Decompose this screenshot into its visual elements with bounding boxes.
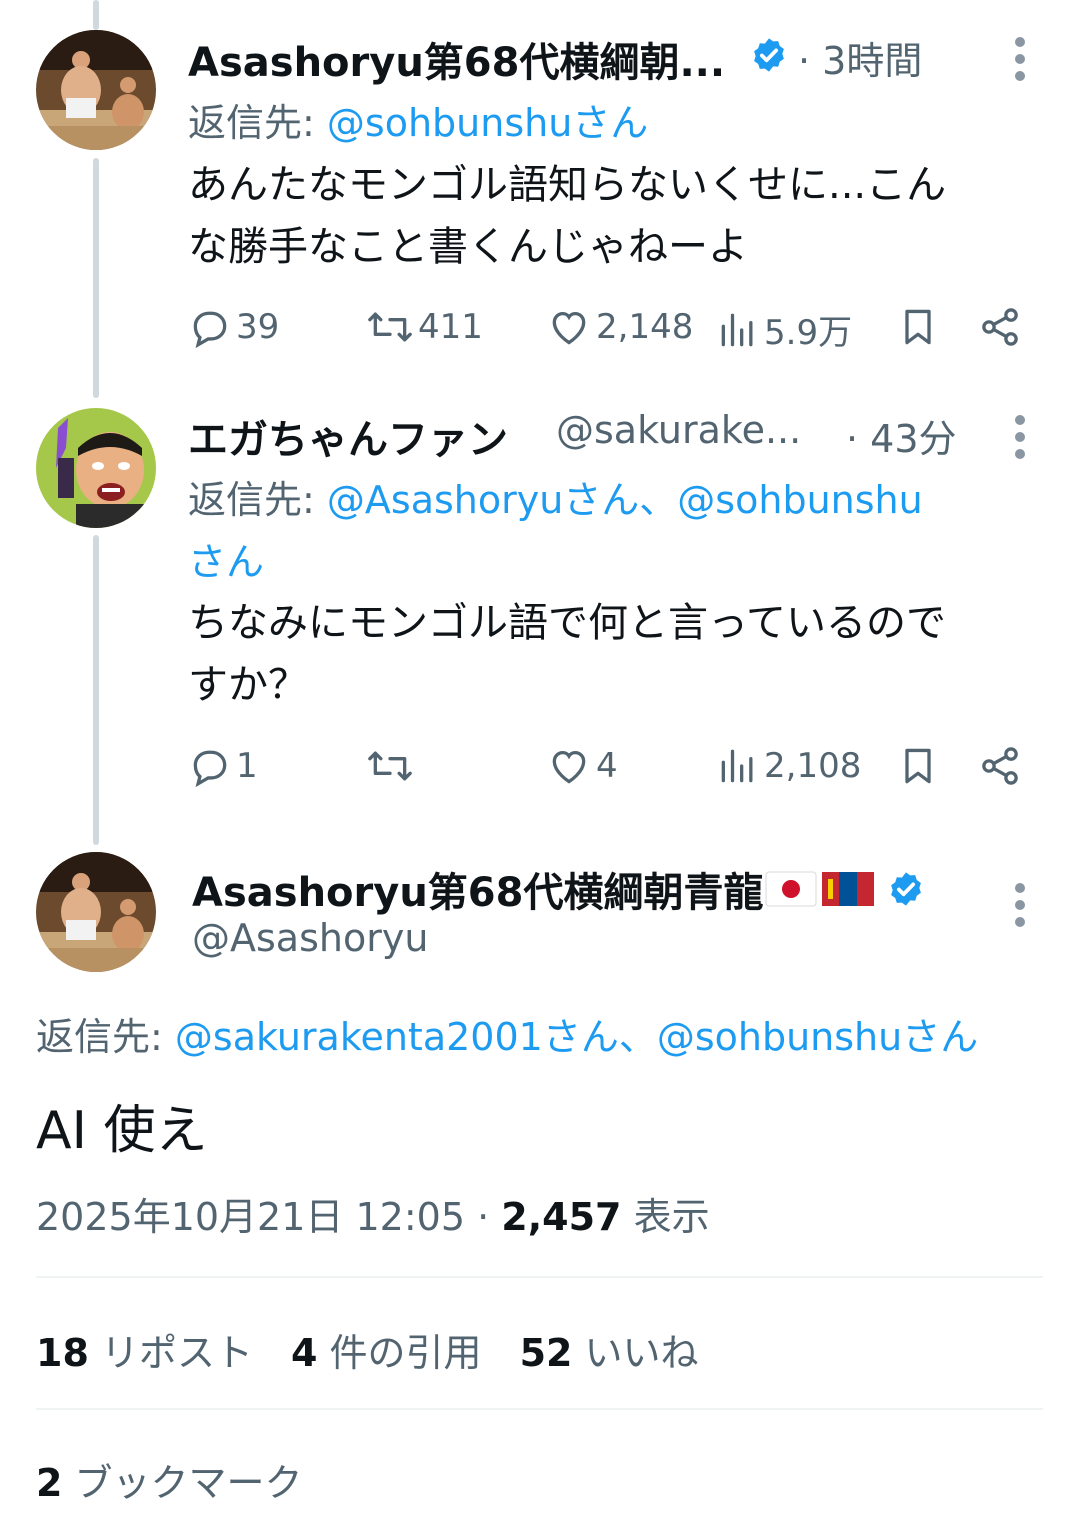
views-button[interactable]: 2,108 [716, 744, 861, 788]
repost-button[interactable]: 411 [366, 305, 483, 349]
reply-prefix: 返信先: [188, 101, 315, 145]
like-icon [552, 750, 586, 784]
tweet-2-time[interactable]: · 43分 [846, 408, 957, 463]
repost-icon [368, 312, 412, 342]
like-button[interactable]: 2,148 [546, 305, 693, 349]
quotes-count: 4 [291, 1331, 318, 1375]
bookmark-icon [905, 748, 931, 784]
more-icon[interactable] [1013, 415, 1027, 466]
repost-button[interactable] [366, 744, 418, 788]
bookmark-button[interactable] [896, 744, 940, 788]
share-button[interactable] [978, 744, 1022, 788]
tweet-1-time[interactable]: · 3時間 [798, 30, 922, 85]
share-icon [982, 747, 1018, 785]
divider [36, 1276, 1043, 1278]
bookmarks-count: 2 [36, 1461, 63, 1505]
bookmarks-label: ブックマーク [74, 1461, 303, 1505]
main-tweet-views-count: 2,457 [501, 1195, 622, 1239]
avatar-asashoryu[interactable] [36, 30, 156, 150]
main-tweet-meta: 2025年10月21日 12:05 · 2,457 表示 [36, 1186, 710, 1241]
japan-flag-icon [765, 871, 817, 907]
reply-icon [193, 311, 227, 349]
verified-icon [754, 38, 784, 72]
reposts-label: リポスト [100, 1331, 253, 1375]
reply-handle-link-continued[interactable]: さん [188, 531, 264, 586]
reply-icon [193, 750, 227, 788]
likes-count: 52 [519, 1331, 573, 1375]
likes-stat[interactable]: 52 いいね [520, 1322, 699, 1377]
tweet-2-handle[interactable]: @sakurake... [556, 408, 801, 452]
main-tweet-handle[interactable]: @Asashoryu [192, 916, 428, 960]
main-tweet-timestamp[interactable]: 2025年10月21日 12:05 · [36, 1195, 489, 1239]
reply-count: 1 [236, 746, 258, 786]
like-count: 2,148 [596, 307, 694, 347]
reply-handle-link[interactable]: @Asashoryuさん、@sohbunshu [327, 478, 923, 522]
repost-icon [368, 751, 412, 781]
views-count: 5.9万 [764, 313, 853, 353]
bookmark-icon [905, 309, 931, 345]
main-tweet-reply-context: 返信先: @sakurakenta2001さん、@sohbunshuさん [36, 1006, 978, 1061]
main-tweet-views-label: 表示 [633, 1195, 710, 1239]
like-button[interactable]: 4 [546, 744, 618, 788]
like-icon [552, 311, 586, 345]
tweet-2-text-line2: すか？ [188, 662, 308, 708]
reply-handle-link[interactable]: @sohbunshuさん [327, 101, 648, 145]
tweet-2-display-name[interactable]: エガちゃんファン [188, 407, 508, 465]
thread-line-3 [93, 535, 99, 845]
repost-count: 411 [418, 307, 483, 347]
share-button[interactable] [978, 305, 1022, 349]
views-icon [721, 749, 753, 783]
main-tweet-name-row: Asashoryu第68代横綱朝青龍 [192, 860, 925, 918]
reply-prefix: 返信先: [36, 1015, 163, 1059]
quotes-stat[interactable]: 4 件の引用 [291, 1322, 482, 1377]
tweet-1-text-line1: あんたなモンゴル語知らないくせに...こん [188, 162, 947, 208]
tweet-2-text-line1: ちなみにモンゴル語で何と言っているので [188, 600, 946, 646]
reply-prefix: 返信先: [188, 478, 315, 522]
views-count: 2,108 [764, 746, 862, 786]
more-icon[interactable] [1013, 37, 1027, 88]
reply-handle-link[interactable]: @sakurakenta2001さん、@sohbunshuさん [175, 1015, 978, 1059]
reply-count: 39 [236, 307, 280, 347]
engagement-stats: 18 リポスト 4 件の引用 52 いいね [36, 1322, 699, 1377]
main-tweet-text: AI 使え [36, 1101, 208, 1161]
views-button[interactable]: 5.9万 [716, 305, 852, 354]
divider [36, 1408, 1043, 1410]
quotes-label: 件の引用 [329, 1331, 482, 1375]
likes-label: いいね [584, 1331, 699, 1375]
avatar-asashoryu[interactable] [36, 852, 156, 972]
bookmarks-stat[interactable]: 2 ブックマーク [36, 1452, 303, 1507]
verified-icon [891, 872, 922, 906]
views-icon [721, 313, 753, 346]
mongolia-flag-icon [822, 872, 875, 906]
tweet-2-reply-context: 返信先: @Asashoryuさん、@sohbunshu [188, 469, 923, 524]
main-tweet-display-name[interactable]: Asashoryu第68代横綱朝青龍 [192, 860, 763, 918]
share-icon [982, 308, 1018, 346]
like-count: 4 [596, 746, 618, 786]
reposts-stat[interactable]: 18 リポスト [36, 1322, 253, 1377]
tweet-1-text-line2: な勝手なこと書くんじゃねーよ [188, 224, 748, 270]
thread-line-1 [93, 0, 99, 30]
tweet-1-reply-context: 返信先: @sohbunshuさん [188, 92, 648, 147]
reply-button[interactable]: 1 [188, 744, 258, 788]
reply-button[interactable]: 39 [188, 305, 279, 349]
more-icon[interactable] [1013, 883, 1027, 934]
reposts-count: 18 [36, 1331, 89, 1375]
avatar-egachan-fan[interactable] [36, 408, 156, 528]
thread-line-2 [93, 158, 99, 398]
bookmark-button[interactable] [896, 305, 940, 349]
tweet-1-display-name[interactable]: Asashoryu第68代横綱朝... [188, 30, 725, 88]
